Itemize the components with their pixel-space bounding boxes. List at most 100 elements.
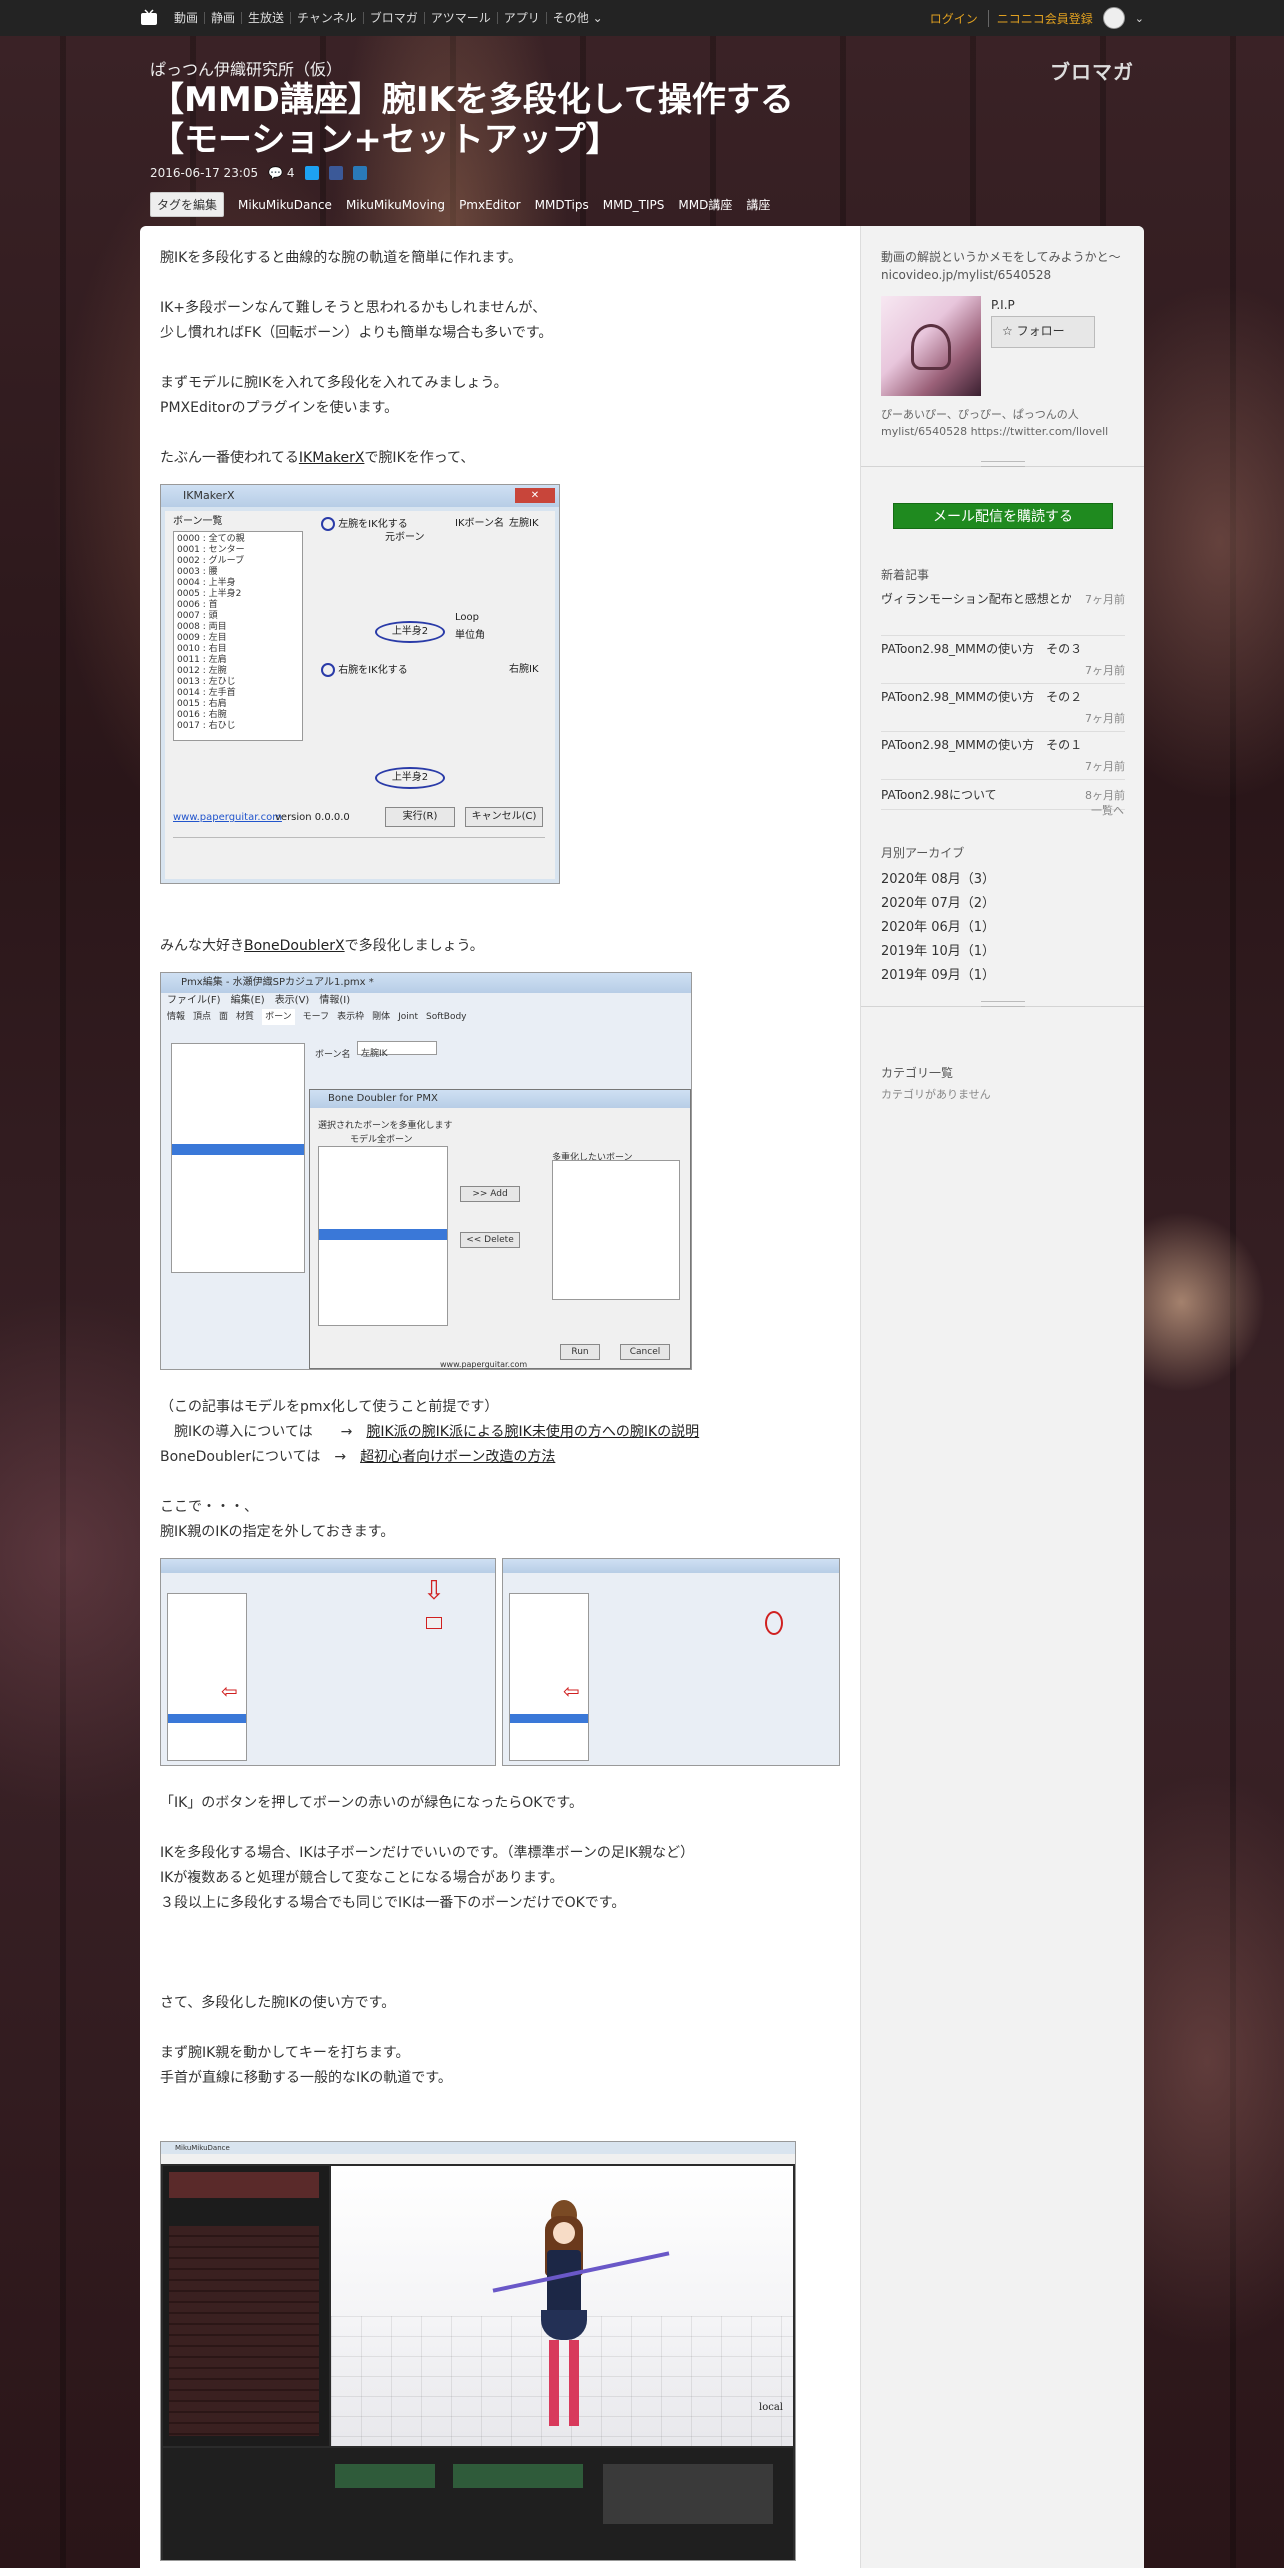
menu-item[interactable]: 編集(E) — [231, 993, 265, 1009]
comment-count-value: 4 — [286, 166, 295, 180]
user-name[interactable]: P.I.P — [991, 298, 1015, 312]
pmx-tab[interactable]: 剛体 — [372, 1009, 390, 1025]
add-button[interactable]: >> Add — [460, 1186, 520, 1202]
selected-bone-row[interactable] — [319, 1229, 447, 1240]
right-parent-select[interactable]: 上半身2 — [375, 767, 445, 789]
multiplex-listbox[interactable] — [552, 1160, 680, 1300]
signup-link[interactable]: ニコニコ会員登録 — [987, 9, 1093, 27]
mmd-screenshot[interactable]: MikuMikuDance local — [160, 2141, 796, 2561]
bone-name-input[interactable]: 左腕IK — [357, 1041, 437, 1059]
pmx-tab[interactable]: SoftBody — [426, 1009, 466, 1025]
menu-item[interactable]: ファイル(F) — [167, 993, 221, 1009]
left-parent-select[interactable]: 上半身2 — [375, 621, 445, 643]
comment-count[interactable]: 💬 4 — [268, 166, 294, 180]
pmx-tab[interactable]: 情報 — [167, 1009, 185, 1025]
pmx-tab[interactable]: 材質 — [236, 1009, 254, 1025]
cancel-button[interactable]: Cancel — [620, 1344, 670, 1360]
profile-image[interactable] — [881, 296, 981, 396]
nav-link-channel[interactable]: チャンネル — [290, 12, 363, 24]
tag-item[interactable]: MikuMikuMoving — [346, 198, 445, 212]
cancel-button[interactable]: キャンセル(C) — [465, 807, 543, 827]
nav-right: ログイン ニコニコ会員登録 ⌄ — [930, 0, 1144, 36]
timeline-panel[interactable] — [163, 2166, 329, 2446]
ikmakerx-screenshot[interactable]: IKMakerX ✕ ボーン一覧 0000 : 全ての親 0001 : センター 0… — [160, 484, 560, 884]
archive-item[interactable]: 2020年 07月（2） — [881, 892, 1125, 916]
archive-item[interactable]: 2019年 09月（1） — [881, 964, 1125, 988]
run-button[interactable]: Run — [560, 1344, 600, 1360]
run-button[interactable]: 実行(R) — [385, 807, 455, 827]
nav-link-live[interactable]: 生放送 — [241, 12, 290, 24]
archive-item[interactable]: 2020年 08月（3） — [881, 868, 1125, 892]
ik-button-circled[interactable] — [765, 1611, 783, 1635]
selected-bone-row[interactable] — [172, 1144, 304, 1155]
nav-link-video[interactable]: 動画 — [168, 12, 204, 24]
ikmakerx-link[interactable]: IKMakerX — [299, 450, 365, 466]
global-nav: 動画 静画 生放送 チャンネル ブロマガ アツマール アプリ その他 ⌄ ログイ… — [0, 0, 1284, 36]
follow-button[interactable]: ☆ フォロー — [991, 316, 1095, 348]
twitter-icon[interactable] — [304, 166, 319, 180]
niconico-logo-icon[interactable] — [140, 9, 158, 27]
menu-item[interactable]: 情報(I) — [319, 993, 350, 1009]
tag-item[interactable]: MMD講座 — [678, 196, 732, 213]
bonedoubler-url[interactable]: www.paperguitar.com — [440, 1352, 527, 1369]
left-ik-checkbox[interactable]: 左腕をIK化する — [321, 517, 408, 532]
pmx-tab[interactable]: ボーン — [262, 1009, 295, 1025]
pmx-tab[interactable]: Joint — [398, 1009, 418, 1025]
tag-edit-button[interactable]: タグを編集 — [150, 192, 225, 217]
archive-item[interactable]: 2019年 10月（1） — [881, 940, 1125, 964]
chevron-down-icon[interactable]: ⌄ — [1135, 12, 1144, 25]
recent-item[interactable]: PAToon2.98_MMMの使い方 その３ 7ヶ月前 — [881, 636, 1125, 684]
blomaga-brand[interactable]: ブロマガ — [1050, 56, 1134, 85]
article-body: 腕IKを多段化すると曲線的な腕の軌道を簡単に作れます。 IK+多段ボーンなんて難… — [160, 246, 840, 2561]
arm-ik-guide-link[interactable]: 腕IK派の腕IK派による腕IK未使用の方への腕IKの説明 — [366, 1424, 699, 1440]
pmx-tab[interactable]: 面 — [219, 1009, 228, 1025]
tag-item[interactable]: MikuMikuDance — [238, 198, 332, 212]
recent-item[interactable]: PAToon2.98_MMMの使い方 その２ 7ヶ月前 — [881, 684, 1125, 732]
nav-link-blomaga[interactable]: ブロマガ — [362, 12, 424, 24]
archive-item[interactable]: 2020年 06月（1） — [881, 916, 1125, 940]
nav-link-app[interactable]: アプリ — [496, 12, 546, 24]
hatena-bookmark-icon[interactable] — [352, 166, 367, 180]
bone-listbox[interactable]: 0000 : 全ての親 0001 : センター 0002 : グルーブ 0003 : … — [173, 531, 303, 741]
model-bone-listbox[interactable] — [318, 1146, 448, 1326]
facebook-icon[interactable] — [328, 166, 343, 180]
bonedoubler-dialog: Bone Doubler for PMX 選択されたボーンを多重化します モデル… — [309, 1089, 691, 1369]
bone-modding-guide-link[interactable]: 超初心者向けボーン改造の方法 — [360, 1449, 555, 1465]
tag-item[interactable]: PmxEditor — [459, 198, 521, 212]
recent-item-title: PAToon2.98_MMMの使い方 その１ — [881, 738, 1083, 752]
ik-before-screenshot[interactable]: ⇦ ⇩ — [160, 1558, 496, 1766]
paragraph: ここで・・・、 — [160, 1499, 258, 1515]
bonedoublerx-link[interactable]: BoneDoublerX — [244, 938, 345, 954]
ik-button[interactable] — [426, 1617, 442, 1629]
nav-link-seiga[interactable]: 静画 — [204, 12, 241, 24]
menu-item[interactable]: 表示(V) — [275, 993, 310, 1009]
recent-item[interactable]: ヴィランモーション配布と感想とか 7ヶ月前 — [881, 588, 1125, 636]
follow-label: フォロー — [1016, 324, 1065, 338]
pmx-tab[interactable]: 頂点 — [193, 1009, 211, 1025]
tag-item[interactable]: MMDTips — [535, 198, 589, 212]
nav-link-more[interactable]: その他 ⌄ — [545, 12, 609, 24]
user-avatar-icon[interactable] — [1102, 7, 1125, 29]
ik-after-screenshot[interactable]: ⇦ — [502, 1558, 840, 1766]
nav-link-atsumaru[interactable]: アツマール — [423, 12, 497, 24]
blog-name[interactable]: ぱっつん伊織研究所（仮） — [150, 56, 342, 80]
pmx-bonedoubler-screenshot[interactable]: Pmx編集 - 水瀬伊織SPカジュアル1.pmx * ファイル(F) 編集(E)… — [160, 972, 692, 1370]
tag-item[interactable]: MMD_TIPS — [603, 198, 665, 212]
right-ik-checkbox[interactable]: 右腕をIK化する — [321, 663, 408, 678]
recent-item[interactable]: PAToon2.98について 8ヶ月前 — [881, 780, 1125, 810]
pmx-bone-list[interactable] — [171, 1043, 305, 1273]
tag-item[interactable]: 講座 — [746, 196, 770, 213]
login-link[interactable]: ログイン — [930, 10, 978, 27]
viewport-3d[interactable]: local — [331, 2166, 793, 2446]
recent-item[interactable]: PAToon2.98_MMMの使い方 その１ 7ヶ月前 — [881, 732, 1125, 780]
left-ik-name: 左腕IK — [509, 518, 539, 529]
archive-title: 月別アーカイブ — [881, 846, 965, 860]
bone-list — [167, 1593, 247, 1761]
ikmaker-url[interactable]: www.paperguitar.com — [173, 811, 282, 825]
recent-more-link[interactable]: 一覧へ — [1091, 802, 1124, 818]
pmx-tab[interactable]: モーフ — [303, 1009, 329, 1025]
category-empty: カテゴリがありません — [881, 1088, 991, 1101]
delete-button[interactable]: << Delete — [460, 1232, 520, 1248]
pmx-tab[interactable]: 表示枠 — [337, 1009, 364, 1025]
subscribe-mail-button[interactable]: メール配信を購読する — [893, 503, 1113, 529]
